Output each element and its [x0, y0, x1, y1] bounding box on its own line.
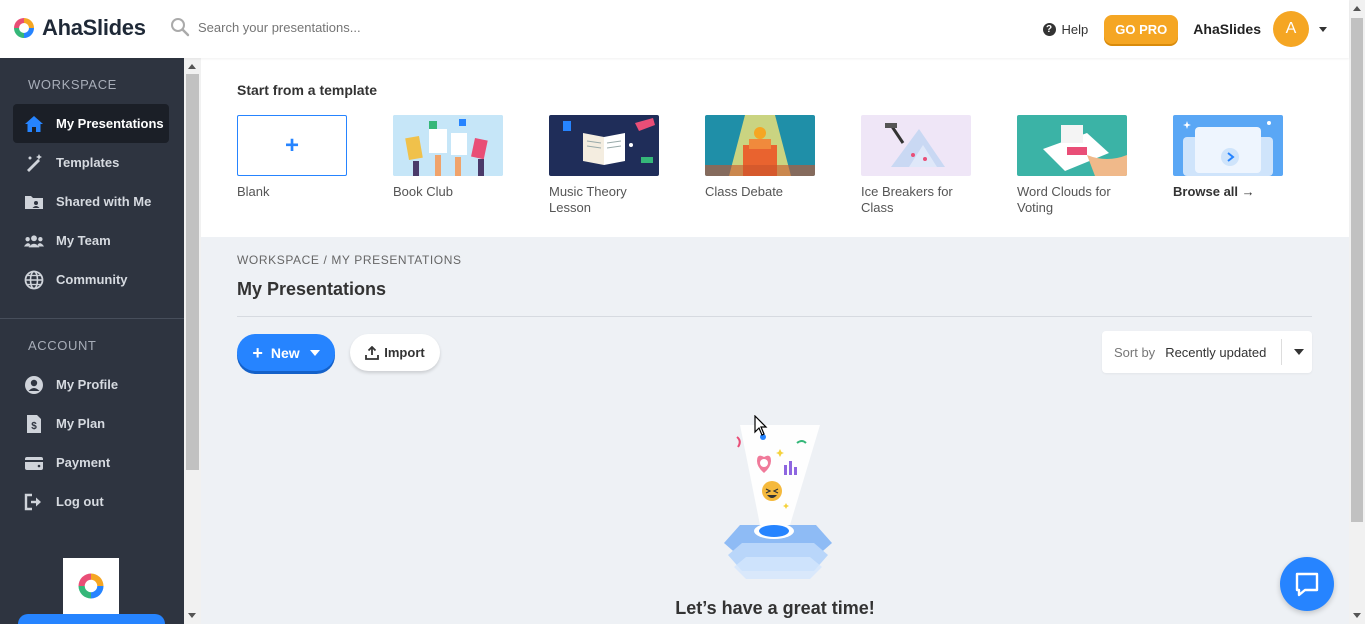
scroll-up-arrow-icon[interactable] — [188, 64, 196, 69]
help-icon: ? — [1042, 22, 1056, 36]
sidebar-item-my-presentations[interactable]: My Presentations — [13, 104, 169, 143]
sidebar-item-label: My Team — [56, 233, 111, 248]
scroll-down-arrow-icon[interactable] — [1353, 613, 1361, 618]
template-label: Music Theory Lesson — [549, 184, 627, 215]
home-icon — [24, 114, 44, 134]
search-icon — [171, 18, 190, 37]
sidebar-item-label: My Presentations — [56, 116, 164, 131]
upload-icon — [365, 345, 380, 360]
music-theory-thumbnail — [549, 115, 659, 176]
page-scrollbar[interactable] — [1349, 0, 1365, 624]
search-input[interactable] — [198, 19, 578, 35]
avatar[interactable]: A — [1273, 11, 1309, 47]
sidebar-item-my-team[interactable]: My Team — [13, 221, 169, 260]
chat-icon — [1295, 572, 1319, 597]
template-label: Book Club — [393, 184, 453, 199]
browse-all-thumbnail — [1173, 115, 1283, 176]
template-label: Browse all → — [1173, 184, 1255, 199]
template-word-clouds-for-voting[interactable]: Word Clouds for Voting — [1017, 115, 1127, 216]
workspace-heading: WORKSPACE — [28, 77, 117, 92]
shared-folder-icon — [24, 192, 44, 212]
book-club-thumbnail — [393, 115, 503, 176]
team-icon — [24, 231, 44, 251]
sidebar-item-my-plan[interactable]: $ My Plan — [13, 404, 169, 443]
help-label: Help — [1061, 21, 1089, 37]
magic-wand-icon — [24, 153, 44, 173]
sidebar-item-label: My Profile — [56, 377, 119, 392]
user-circle-icon — [24, 375, 44, 395]
divider — [237, 316, 1312, 317]
sidebar-item-label: Payment — [56, 455, 111, 470]
word-clouds-thumbnail — [1017, 115, 1127, 176]
scrollbar-thumb[interactable] — [186, 74, 199, 470]
sidebar-bottom-button[interactable] — [18, 614, 165, 624]
sidebar-item-shared-with-me[interactable]: Shared with Me — [13, 182, 169, 221]
sidebar-divider — [0, 318, 184, 319]
search-bar[interactable] — [170, 17, 590, 37]
template-class-debate[interactable]: Class Debate — [705, 115, 815, 200]
scrollbar-thumb[interactable] — [1351, 18, 1363, 522]
wallet-icon — [24, 453, 44, 473]
ahaslides-logo-icon — [78, 573, 104, 599]
ice-breakers-thumbnail — [861, 115, 971, 176]
sidebar-item-label: My Plan — [56, 416, 106, 431]
sidebar-item-templates[interactable]: Templates — [13, 143, 169, 182]
plus-icon: + — [237, 115, 347, 176]
scroll-down-arrow-icon[interactable] — [188, 613, 196, 618]
sidebar-item-label: Log out — [56, 494, 104, 509]
chat-support-button[interactable] — [1280, 557, 1334, 611]
template-label: Word Clouds for Voting — [1017, 184, 1111, 215]
sidebar-item-log-out[interactable]: Log out — [13, 482, 169, 521]
app-name: AhaSlides — [42, 15, 146, 40]
sort-dropdown[interactable]: Sort by Recently updated — [1102, 331, 1312, 373]
template-book-club[interactable]: Book Club — [393, 115, 503, 200]
sidebar-item-label: Shared with Me — [56, 194, 152, 209]
templates-panel: Start from a template + Blank Book Club — [201, 58, 1349, 237]
sidebar-item-label: Templates — [56, 155, 120, 170]
new-presentation-button[interactable]: + New — [237, 334, 335, 371]
template-blank[interactable]: + Blank — [237, 115, 347, 200]
chevron-down-icon — [309, 349, 320, 356]
account-name[interactable]: AhaSlides — [1193, 21, 1261, 37]
template-label: Blank — [237, 184, 270, 199]
promo-logo-card[interactable] — [63, 558, 119, 614]
logout-icon — [24, 492, 44, 512]
template-browse-all[interactable]: Browse all → — [1173, 115, 1283, 200]
go-pro-button[interactable]: GO PRO — [1104, 14, 1179, 44]
account-menu-caret-icon[interactable] — [1319, 26, 1327, 32]
app-logo[interactable]: AhaSlides — [12, 15, 146, 41]
templates-title: Start from a template — [237, 82, 378, 98]
class-debate-thumbnail — [705, 115, 815, 176]
template-label: Class Debate — [705, 184, 784, 199]
page-title: My Presentations — [237, 279, 387, 299]
chevron-down-icon[interactable] — [1294, 349, 1305, 355]
sidebar-item-label: Community — [56, 272, 128, 287]
sidebar-item-payment[interactable]: Payment — [13, 443, 169, 482]
sidebar: WORKSPACE My Presentations Templates Sha… — [0, 58, 184, 624]
import-button-label: Import — [384, 345, 425, 360]
template-ice-breakers-for-class[interactable]: Ice Breakers for Class — [861, 115, 971, 216]
plus-icon: + — [252, 342, 263, 363]
sort-value: Recently updated — [1165, 344, 1267, 360]
globe-icon — [24, 270, 44, 290]
account-heading: ACCOUNT — [28, 338, 97, 353]
sidebar-item-my-profile[interactable]: My Profile — [13, 365, 169, 404]
invoice-icon: $ — [24, 414, 44, 434]
template-label: Ice Breakers for Class — [861, 184, 953, 215]
import-button[interactable]: Import — [350, 334, 440, 371]
empty-state-text: Let’s have a great time! — [675, 598, 875, 618]
mouse-cursor-icon — [754, 415, 768, 436]
new-button-label: New — [270, 344, 300, 361]
sidebar-scrollbar[interactable] — [184, 58, 201, 624]
scroll-up-arrow-icon[interactable] — [1353, 6, 1361, 11]
help-link[interactable]: ? Help — [1042, 21, 1089, 37]
svg-text:$: $ — [31, 421, 37, 432]
breadcrumb: WORKSPACE / MY PRESENTATIONS — [237, 253, 462, 267]
ahaslides-logo-icon — [14, 18, 34, 38]
sort-label: Sort by — [1114, 344, 1156, 360]
template-music-theory-lesson[interactable]: Music Theory Lesson — [549, 115, 659, 216]
top-bar: AhaSlides ? Help GO PRO AhaSlides A — [0, 0, 1349, 58]
sidebar-item-community[interactable]: Community — [13, 260, 169, 299]
empty-state-illustration — [724, 425, 832, 579]
